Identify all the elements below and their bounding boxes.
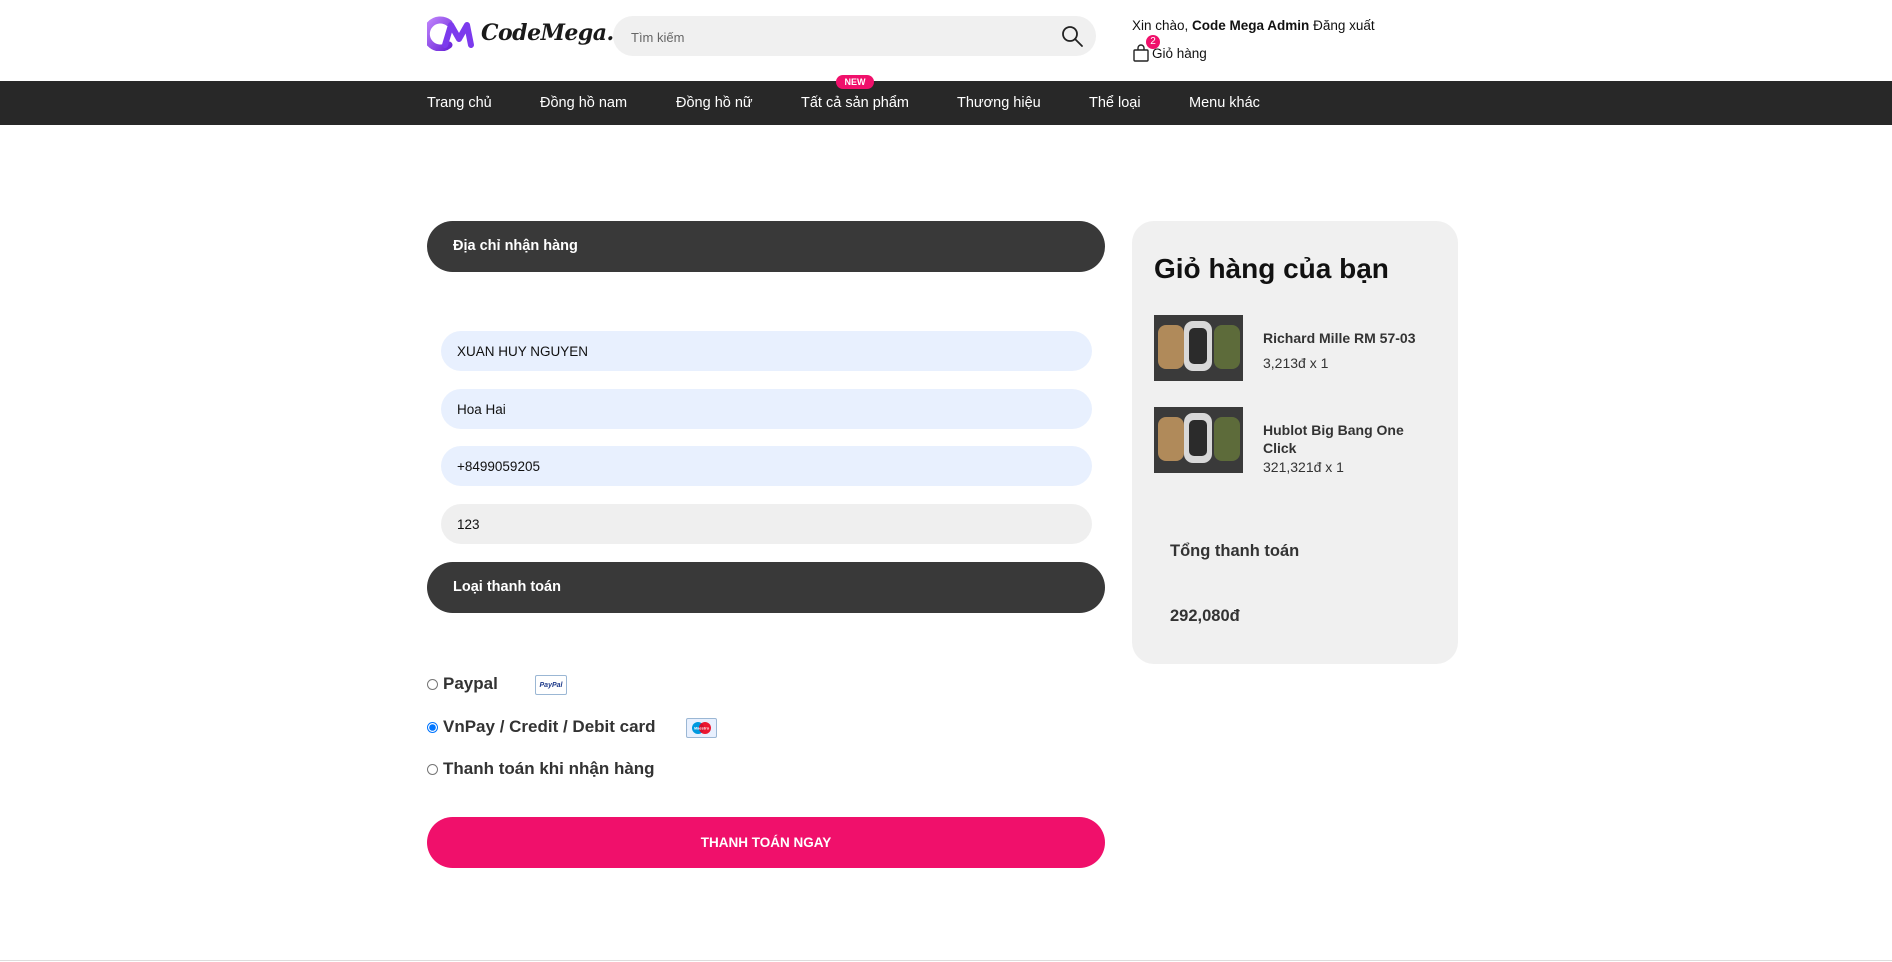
- nav-item-brands[interactable]: Thương hiệu: [957, 81, 1041, 125]
- payment-option-vnpay[interactable]: VnPay / Credit / Debit card: [427, 715, 656, 739]
- paypal-logo-icon: PayPal: [535, 675, 567, 695]
- cart-item-price: 321,321đ x 1: [1263, 459, 1344, 475]
- cart-label: Giỏ hàng: [1152, 45, 1207, 61]
- total-label: Tổng thanh toán: [1170, 542, 1300, 560]
- search-input[interactable]: [629, 16, 1033, 58]
- payment-type-header: Loại thanh toán: [427, 562, 1105, 613]
- footer-divider: [0, 960, 1892, 961]
- codemega-logo-icon: [427, 16, 474, 51]
- maestro-logo-icon: Maestro: [686, 718, 717, 738]
- vnpay-label: VnPay / Credit / Debit card: [443, 717, 656, 736]
- note-field[interactable]: [441, 504, 1092, 544]
- cart-item[interactable]: Hublot Big Bang One Click 321,321đ x 1: [1154, 407, 1444, 475]
- watch-image-icon: [1154, 315, 1243, 381]
- shipping-address-header: Địa chỉ nhận hàng: [427, 221, 1105, 272]
- new-badge: NEW: [836, 75, 874, 89]
- nav-item-home[interactable]: Trang chủ: [427, 81, 492, 125]
- cart-icon-wrap: 2: [1132, 35, 1160, 62]
- header-cart-link[interactable]: 2 Giỏ hàng: [1132, 35, 1207, 62]
- vnpay-radio[interactable]: [427, 721, 438, 733]
- nav-item-more-menu[interactable]: Menu khác: [1189, 81, 1260, 125]
- cart-count-badge: 2: [1146, 35, 1160, 49]
- cod-radio[interactable]: [427, 763, 438, 775]
- user-name[interactable]: Code Mega Admin: [1192, 18, 1309, 33]
- payment-option-cod[interactable]: Thanh toán khi nhận hàng: [427, 757, 655, 781]
- total-value: 292,080đ: [1170, 607, 1240, 625]
- nav-item-womens-watches[interactable]: Đồng hồ nữ: [676, 81, 753, 125]
- phone-field[interactable]: [441, 446, 1092, 486]
- nav-item-categories[interactable]: Thể loại: [1089, 81, 1141, 125]
- cod-label: Thanh toán khi nhận hàng: [443, 759, 655, 778]
- search-bar: [613, 16, 1096, 58]
- cart-item-name: Richard Mille RM 57-03: [1263, 330, 1416, 346]
- watch-image-icon: [1154, 407, 1243, 473]
- greeting-prefix: Xin chào,: [1132, 18, 1193, 33]
- cart-summary-title: Giỏ hàng của bạn: [1154, 253, 1389, 284]
- full-name-field[interactable]: [441, 331, 1092, 371]
- maestro-logo-text: Maestro: [694, 726, 710, 731]
- user-greeting: Xin chào, Code Mega Admin Đăng xuất: [1132, 18, 1375, 33]
- search-icon[interactable]: [1060, 24, 1084, 48]
- nav-item-mens-watches[interactable]: Đồng hồ nam: [540, 81, 627, 125]
- product-thumbnail[interactable]: [1154, 315, 1243, 381]
- cart-item-name: Hublot Big Bang One Click: [1263, 422, 1404, 456]
- logout-link[interactable]: Đăng xuất: [1313, 18, 1375, 33]
- cart-item-price: 3,213đ x 1: [1263, 355, 1329, 371]
- cart-item[interactable]: Richard Mille RM 57-03 3,213đ x 1: [1154, 315, 1444, 381]
- address-field[interactable]: [441, 389, 1092, 429]
- pay-now-button[interactable]: THANH TOÁN NGAY: [427, 817, 1105, 868]
- logo-text: CodeMega.: [481, 20, 614, 46]
- logo[interactable]: CodeMega.: [427, 14, 614, 52]
- paypal-radio[interactable]: [427, 678, 438, 690]
- cart-summary-panel: Giỏ hàng của bạn Richard Mille RM 57-03 …: [1132, 221, 1458, 664]
- product-thumbnail[interactable]: [1154, 407, 1243, 473]
- main-nav: Trang chủ Đồng hồ nam Đồng hồ nữ Tất cả …: [0, 81, 1892, 125]
- paypal-label: Paypal: [443, 674, 498, 693]
- payment-option-paypal[interactable]: Paypal: [427, 672, 498, 696]
